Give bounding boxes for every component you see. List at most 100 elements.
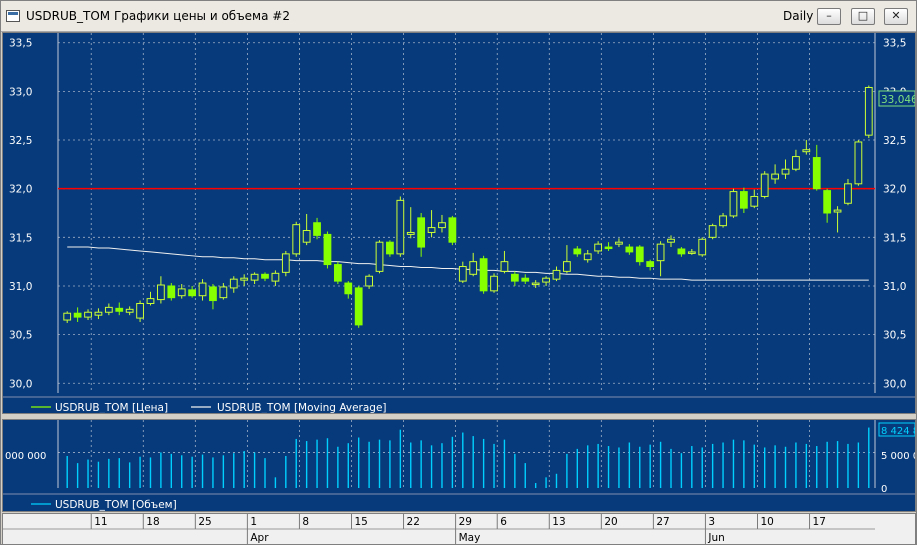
candle[interactable] — [698, 237, 707, 257]
candle[interactable] — [250, 272, 259, 285]
candle[interactable] — [458, 261, 467, 284]
candle[interactable] — [115, 302, 124, 316]
period-label[interactable]: Daily — [783, 9, 813, 23]
candle[interactable] — [792, 149, 800, 172]
candle[interactable] — [781, 159, 790, 179]
candle[interactable] — [386, 240, 394, 257]
candle[interactable] — [292, 221, 301, 257]
candle[interactable] — [63, 311, 72, 323]
candle[interactable] — [438, 214, 446, 233]
candle[interactable] — [521, 274, 530, 285]
price-tick-left: 33,0 — [9, 86, 32, 98]
candle[interactable] — [739, 187, 748, 213]
candle[interactable] — [760, 171, 769, 199]
candle[interactable] — [604, 242, 613, 251]
candle[interactable] — [365, 274, 373, 289]
candle[interactable] — [531, 280, 540, 288]
candle[interactable] — [490, 273, 498, 293]
candle-body-up — [94, 311, 103, 316]
candle[interactable] — [396, 196, 405, 257]
month-label: May — [459, 532, 481, 544]
candle[interactable] — [281, 250, 290, 277]
candle[interactable] — [323, 231, 332, 269]
candle[interactable] — [146, 291, 155, 306]
candle[interactable] — [854, 140, 863, 186]
candle[interactable] — [167, 283, 176, 301]
candle-body-down — [386, 241, 394, 255]
candle[interactable] — [125, 306, 134, 316]
candle[interactable] — [375, 240, 384, 274]
candle[interactable] — [802, 140, 811, 155]
candle[interactable] — [271, 270, 280, 286]
candle[interactable] — [136, 300, 144, 322]
candle[interactable] — [615, 238, 623, 248]
candle[interactable] — [417, 213, 426, 257]
day-label: 13 — [552, 516, 565, 528]
candle[interactable] — [625, 244, 634, 255]
candle-body-up — [469, 261, 478, 275]
candle[interactable] — [448, 215, 457, 246]
price-tick-right: 30,5 — [883, 330, 906, 342]
candle[interactable] — [84, 309, 92, 321]
candle[interactable] — [500, 250, 509, 274]
candle[interactable] — [219, 283, 228, 300]
candle[interactable] — [583, 249, 592, 263]
candle[interactable] — [198, 279, 207, 301]
candle[interactable] — [719, 213, 727, 228]
candle[interactable] — [708, 223, 717, 240]
candle[interactable] — [157, 276, 165, 304]
candle[interactable] — [209, 284, 217, 310]
price-chart[interactable]: 33,533,032,532,031,531,030,530,0 33,533,… — [3, 33, 915, 413]
restore-button[interactable]: □ — [851, 8, 875, 25]
candle[interactable] — [552, 266, 561, 282]
last-price-tag: 33,046 — [878, 90, 915, 107]
candle[interactable] — [73, 307, 82, 322]
candle[interactable] — [302, 213, 311, 246]
candle[interactable] — [687, 249, 696, 255]
close-icon: ✕ — [891, 9, 901, 22]
price-chart-panel[interactable]: 33,533,032,532,031,531,030,530,0 33,533,… — [2, 32, 916, 414]
candle[interactable] — [771, 164, 779, 184]
candle[interactable] — [750, 189, 759, 209]
candle[interactable] — [354, 285, 363, 328]
candle[interactable] — [406, 207, 415, 239]
candle[interactable] — [333, 261, 342, 285]
price-tick-right: 32,5 — [883, 135, 906, 147]
candle-body-up — [760, 173, 769, 197]
candle[interactable] — [844, 178, 852, 206]
candle[interactable] — [188, 285, 197, 298]
candle[interactable] — [646, 259, 655, 271]
time-axis[interactable]: 11 18 25 1 8 15 22 29 6 13 20 27 3 10 17 Apr May Jun — [2, 513, 916, 545]
candle[interactable] — [864, 85, 873, 139]
minimize-button[interactable]: – — [817, 8, 841, 25]
volume-chart[interactable]: 000 000 5 000 000 0 8 424 8 USDRUB_TOM [… — [3, 420, 915, 511]
candle[interactable] — [94, 308, 103, 320]
close-button[interactable]: ✕ — [884, 8, 908, 25]
candle[interactable] — [594, 241, 603, 254]
candle[interactable] — [812, 144, 821, 191]
candle-body-down — [344, 282, 353, 295]
candle[interactable] — [635, 245, 644, 266]
candle-body-up — [229, 278, 238, 289]
candle[interactable] — [104, 303, 113, 316]
candle[interactable] — [479, 255, 488, 294]
candle[interactable] — [823, 188, 832, 223]
candle[interactable] — [344, 281, 353, 299]
candle[interactable] — [313, 217, 321, 240]
volume-chart-panel[interactable]: 000 000 5 000 000 0 8 424 8 USDRUB_TOM [… — [2, 419, 916, 512]
candle[interactable] — [427, 210, 436, 238]
candle[interactable] — [833, 206, 842, 233]
candle[interactable] — [563, 245, 571, 274]
candle[interactable] — [469, 252, 478, 277]
candle[interactable] — [510, 271, 519, 286]
candle[interactable] — [729, 188, 738, 218]
time-axis-scale[interactable]: 11 18 25 1 8 15 22 29 6 13 20 27 3 10 17 Apr May Jun — [3, 514, 915, 544]
candle[interactable] — [229, 276, 238, 293]
candle[interactable] — [542, 276, 550, 286]
candle[interactable] — [261, 272, 269, 282]
candle[interactable] — [656, 241, 665, 277]
candle[interactable] — [240, 274, 249, 286]
candle[interactable] — [573, 246, 582, 257]
title-bar[interactable]: USDRUB_TOM Графики цены и объема #2 Dail… — [1, 1, 916, 32]
candle[interactable] — [677, 247, 686, 257]
